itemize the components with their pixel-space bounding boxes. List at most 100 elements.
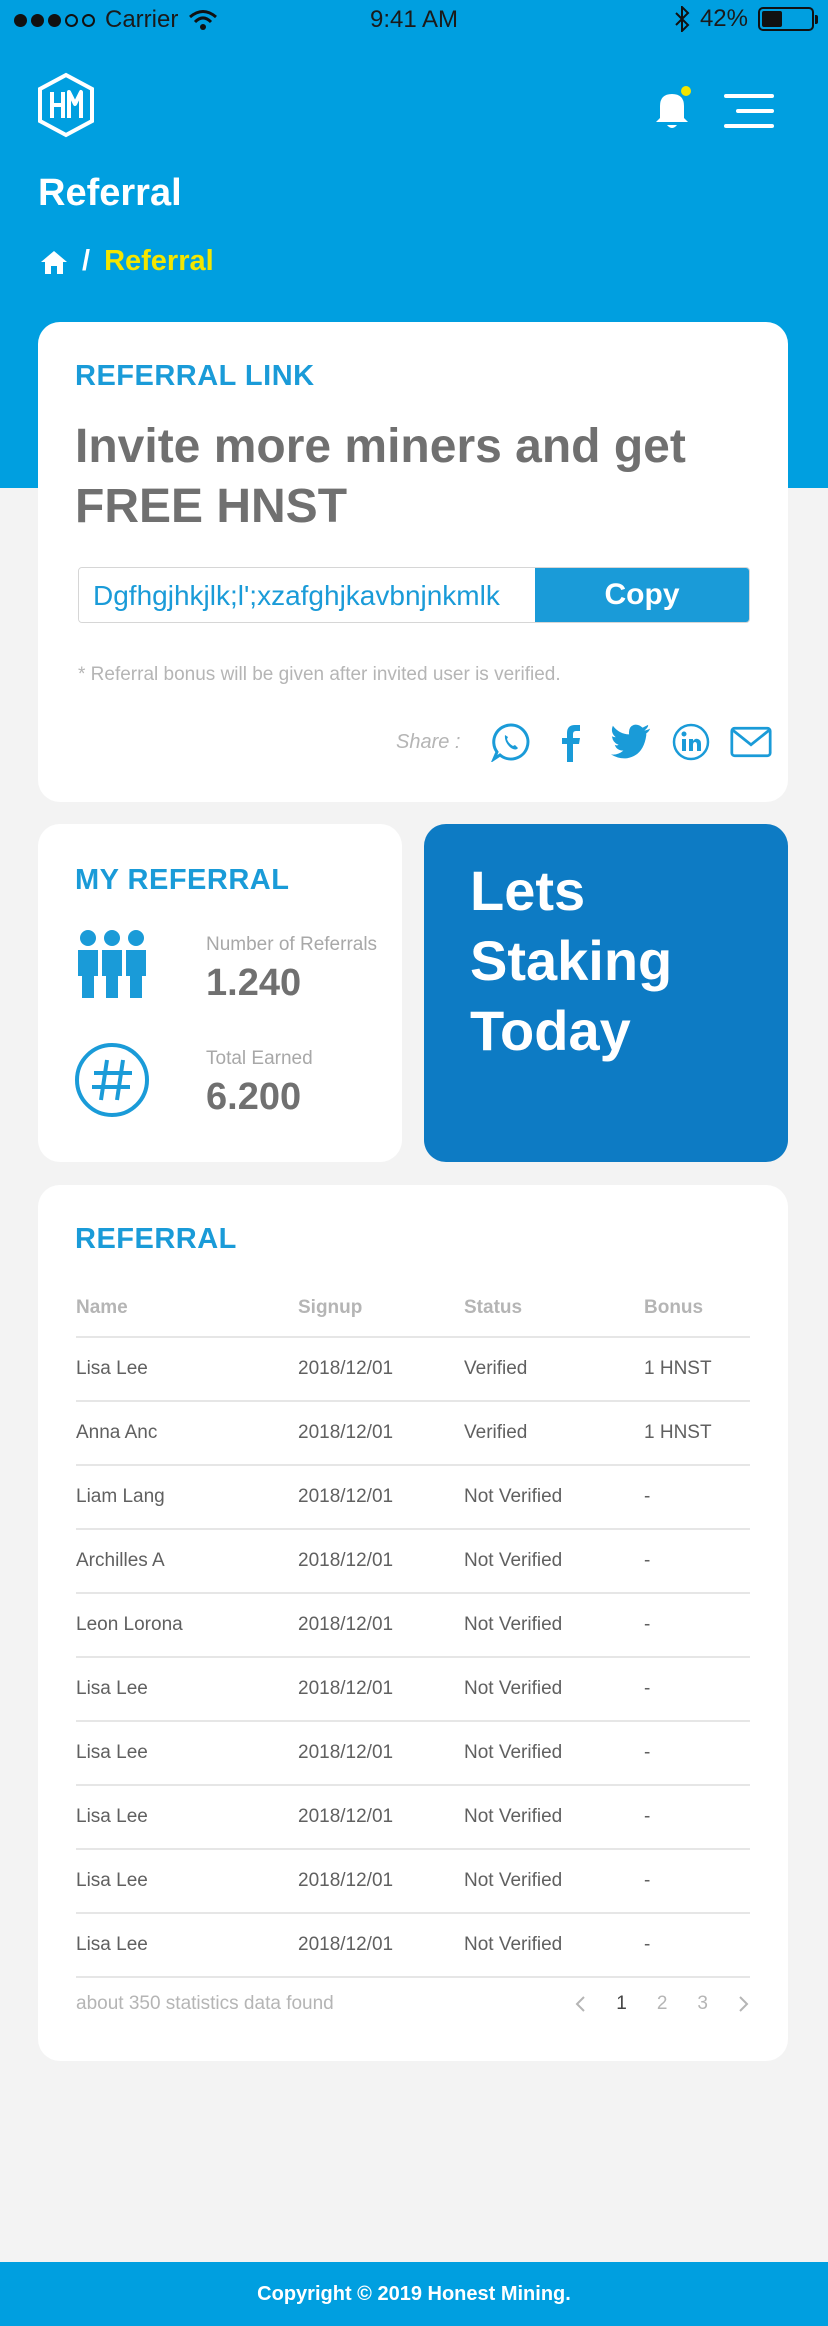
my-referral-card: MY REFERRAL Number of Referrals 1.240 To… — [38, 824, 402, 1162]
referral-link-field[interactable]: Dgfhgjhkjlk;l';xzafghjkavbnjnkmlk — [79, 568, 535, 622]
cell-status: Not Verified — [464, 1785, 644, 1850]
cell-name: Anna Anc — [76, 1401, 298, 1466]
cell-status: Not Verified — [464, 1721, 644, 1786]
hm-logo-icon[interactable] — [36, 72, 96, 138]
earned-stat: Total Earned 6.200 — [74, 1042, 313, 1119]
whatsapp-icon[interactable] — [490, 721, 532, 763]
chevron-right-icon[interactable] — [738, 1995, 750, 2013]
battery-percent: 42% — [699, 5, 748, 32]
cell-bonus: - — [644, 1657, 750, 1722]
battery-icon — [758, 7, 818, 31]
cell-signup: 2018/12/01 — [298, 1337, 464, 1402]
cell-bonus: - — [644, 1849, 750, 1914]
share-row: Share : — [396, 717, 773, 767]
pagination: 1 2 3 — [574, 1993, 750, 2015]
status-right: 42% — [674, 5, 818, 33]
referrals-label: Number of Referrals — [206, 934, 378, 955]
staking-promo-text: Lets Staking Today — [470, 859, 673, 1062]
cell-signup: 2018/12/01 — [298, 1401, 464, 1466]
table-row: Lisa Lee 2018/12/01 Not Verified - — [76, 1913, 750, 1978]
page-1[interactable]: 1 — [616, 1993, 627, 2015]
cell-bonus: - — [644, 1913, 750, 1978]
cell-bonus: 1 HNST — [644, 1337, 750, 1402]
referral-link-card: REFERRAL LINK Invite more miners and get… — [38, 322, 788, 802]
breadcrumb-current: Referral — [104, 245, 214, 277]
my-referral-heading: MY REFERRAL — [75, 864, 290, 896]
earned-value: 6.200 — [206, 1076, 302, 1118]
people-icon — [78, 930, 146, 998]
copy-button[interactable]: Copy — [535, 568, 749, 622]
cell-bonus: - — [644, 1465, 750, 1530]
cell-status: Not Verified — [464, 1465, 644, 1530]
cell-signup: 2018/12/01 — [298, 1849, 464, 1914]
mail-icon[interactable] — [730, 721, 773, 763]
table-row: Leon Lorona 2018/12/01 Not Verified - — [76, 1593, 750, 1658]
cell-signup: 2018/12/01 — [298, 1657, 464, 1722]
cell-name: Lisa Lee — [76, 1785, 298, 1850]
cell-signup: 2018/12/01 — [298, 1529, 464, 1594]
cell-name: Lisa Lee — [76, 1337, 298, 1402]
earned-label: Total Earned — [206, 1048, 313, 1069]
referral-note: * Referral bonus will be given after inv… — [78, 664, 561, 685]
cell-bonus: - — [644, 1721, 750, 1786]
bluetooth-icon — [675, 6, 690, 32]
hash-icon — [75, 1043, 149, 1117]
battery-fill — [762, 11, 783, 27]
referral-table-card: REFERRAL Name Signup Status Bonus Lisa L… — [38, 1185, 788, 2061]
column-header-name: Name — [76, 1279, 298, 1338]
table-body: Lisa Lee 2018/12/01 Verified 1 HNST Anna Anc… — [76, 1337, 750, 1978]
referrals-stat: Number of Referrals 1.240 — [74, 928, 377, 1005]
share-label: Share : — [396, 730, 461, 753]
referral-table-heading: REFERRAL — [75, 1223, 237, 1255]
cell-signup: 2018/12/01 — [298, 1721, 464, 1786]
table-row: Anna Anc 2018/12/01 Verified 1 HNST — [76, 1401, 750, 1466]
cell-signup: 2018/12/01 — [298, 1913, 464, 1978]
cell-signup: 2018/12/01 — [298, 1785, 464, 1850]
cell-status: Not Verified — [464, 1657, 644, 1722]
breadcrumb: / Referral — [40, 245, 214, 278]
status-bar: Carrier 9:41 AM 42% — [0, 0, 828, 42]
home-icon[interactable] — [40, 249, 68, 275]
chevron-left-icon[interactable] — [574, 1995, 586, 2013]
linkedin-icon[interactable] — [670, 721, 712, 763]
table-row: Lisa Lee 2018/12/01 Not Verified - — [76, 1721, 750, 1786]
cell-name: Lisa Lee — [76, 1849, 298, 1914]
column-header-bonus: Bonus — [644, 1279, 750, 1338]
cell-status: Not Verified — [464, 1593, 644, 1658]
cell-status: Not Verified — [464, 1849, 644, 1914]
footer-copyright: Copyright © 2019 Honest Mining. — [0, 2262, 828, 2326]
table-row: Lisa Lee 2018/12/01 Not Verified - — [76, 1657, 750, 1722]
cell-bonus: - — [644, 1593, 750, 1658]
referral-link-row: Dgfhgjhkjlk;l';xzafghjkavbnjnkmlk Copy — [78, 567, 750, 623]
referral-link-heading: REFERRAL LINK — [75, 360, 315, 392]
cell-status: Not Verified — [464, 1913, 644, 1978]
referral-table: Name Signup Status Bonus Lisa Lee 2018/12… — [76, 1279, 750, 1978]
table-row: Liam Lang 2018/12/01 Not Verified - — [76, 1465, 750, 1530]
referrals-value: 1.240 — [206, 962, 302, 1004]
facebook-icon[interactable] — [550, 721, 592, 763]
table-row: Lisa Lee 2018/12/01 Verified 1 HNST — [76, 1337, 750, 1402]
table-footer: about 350 statistics data found 1 2 3 — [76, 1993, 750, 2015]
column-header-signup: Signup — [298, 1279, 464, 1338]
table-row: Archilles A 2018/12/01 Not Verified - — [76, 1529, 750, 1594]
page-2[interactable]: 2 — [657, 1993, 668, 2015]
column-header-status: Status — [464, 1279, 644, 1338]
breadcrumb-separator: / — [82, 245, 91, 277]
cell-status: Verified — [464, 1337, 644, 1402]
cell-name: Lisa Lee — [76, 1721, 298, 1786]
hamburger-menu-icon[interactable] — [724, 94, 774, 128]
twitter-icon[interactable] — [610, 721, 652, 763]
cell-status: Verified — [464, 1401, 644, 1466]
page-title: Referral — [38, 172, 182, 214]
staking-promo-card[interactable]: Lets Staking Today — [424, 824, 788, 1162]
bell-icon[interactable] — [652, 86, 692, 132]
page-3[interactable]: 3 — [697, 1993, 708, 2015]
notification-dot — [681, 86, 691, 96]
cell-status: Not Verified — [464, 1529, 644, 1594]
table-row: Lisa Lee 2018/12/01 Not Verified - — [76, 1785, 750, 1850]
cell-name: Lisa Lee — [76, 1657, 298, 1722]
table-row: Lisa Lee 2018/12/01 Not Verified - — [76, 1849, 750, 1914]
cell-signup: 2018/12/01 — [298, 1465, 464, 1530]
table-header-row: Name Signup Status Bonus — [76, 1279, 750, 1338]
cell-bonus: 1 HNST — [644, 1401, 750, 1466]
